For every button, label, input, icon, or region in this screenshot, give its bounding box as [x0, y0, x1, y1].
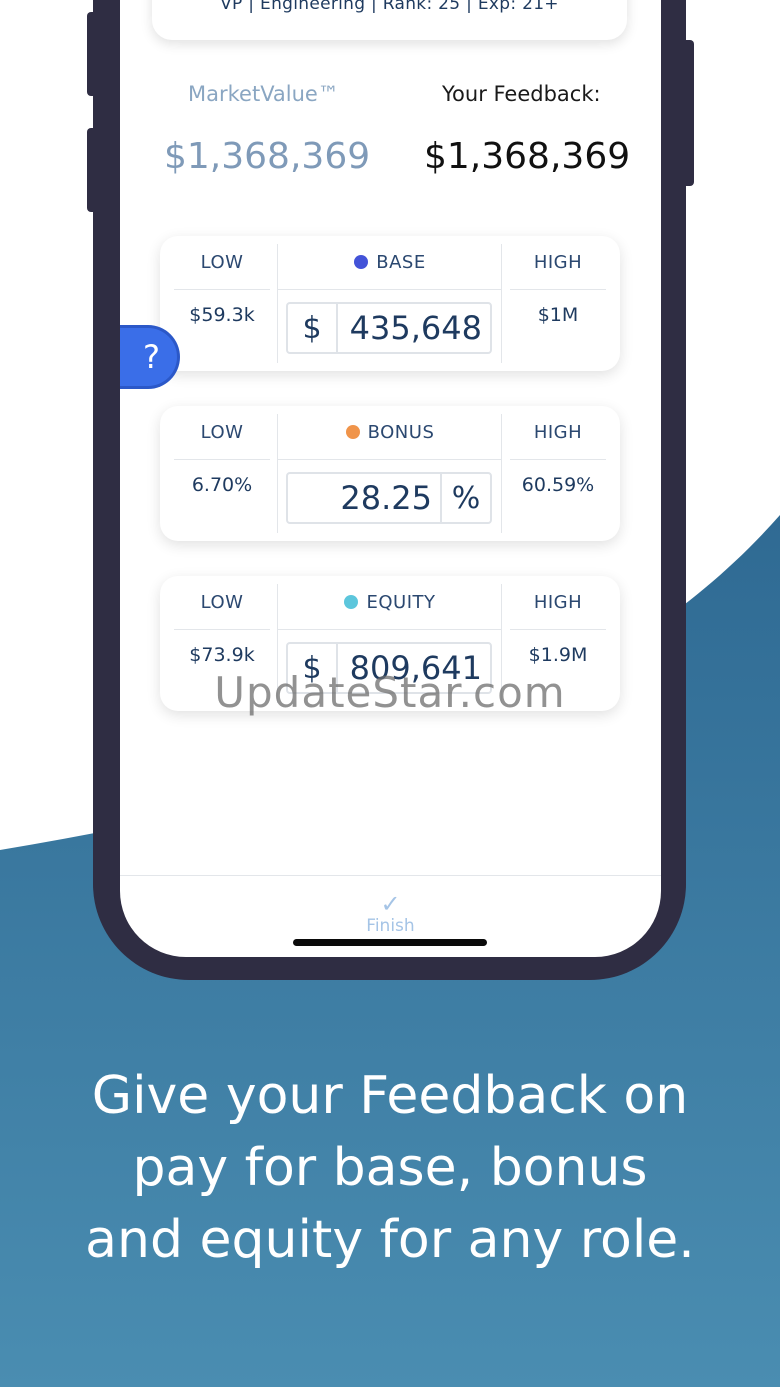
- footer-divider: [120, 875, 661, 876]
- bonus-high-label: HIGH: [510, 406, 606, 460]
- divider: [501, 244, 502, 363]
- equity-input-column: EQUITY $ 809,641: [278, 576, 502, 694]
- percent-suffix: %: [440, 474, 490, 522]
- equity-low: LOW $73.9k: [174, 576, 270, 666]
- divider: [501, 414, 502, 533]
- finish-label: Finish: [366, 916, 415, 936]
- base-high-label: HIGH: [510, 236, 606, 290]
- bonus-title-text: BONUS: [367, 422, 435, 443]
- base-input[interactable]: $ 435,648: [286, 302, 492, 354]
- base-low-label: LOW: [174, 236, 270, 290]
- equity-title-text: EQUITY: [366, 592, 436, 613]
- marketing-caption: Give your Feedback on pay for base, bonu…: [0, 1060, 780, 1276]
- bonus-low: LOW 6.70%: [174, 406, 270, 496]
- bonus-high: HIGH 60.59%: [510, 406, 606, 496]
- role-subline: VP | Engineering | Rank: 25 | Exp: 21+: [220, 0, 559, 14]
- base-input-value[interactable]: 435,648: [338, 309, 490, 347]
- caption-line-2: pay for base, bonus: [132, 1138, 648, 1198]
- base-low-value: $59.3k: [189, 304, 255, 326]
- bonus-input-value[interactable]: 28.25: [288, 479, 440, 517]
- home-indicator: [293, 939, 487, 946]
- bonus-input-column: BONUS 28.25 %: [278, 406, 502, 524]
- bonus-low-value: 6.70%: [191, 474, 253, 496]
- equity-title: EQUITY: [278, 576, 502, 630]
- base-high-value: $1M: [537, 304, 579, 326]
- role-card: VP | Engineering | Rank: 25 | Exp: 21+: [152, 0, 627, 40]
- bonus-low-label: LOW: [174, 406, 270, 460]
- market-value-amount: $1,368,369: [164, 136, 371, 177]
- watermark: UpdateStar.com: [214, 668, 566, 717]
- base-card: LOW $59.3k BASE $ 435,648 HIGH $1M: [160, 236, 620, 371]
- equity-high-value: $1.9M: [528, 644, 588, 666]
- caption-line-1: Give your Feedback on: [91, 1066, 689, 1126]
- base-high: HIGH $1M: [510, 236, 606, 326]
- equity-low-value: $73.9k: [189, 644, 255, 666]
- equity-high-label: HIGH: [510, 576, 606, 630]
- check-icon: ✓: [380, 890, 401, 918]
- market-value-label: MarketValue™: [188, 82, 339, 106]
- dollar-prefix: $: [288, 304, 338, 352]
- feedback-label: Your Feedback:: [442, 82, 601, 106]
- bonus-title: BONUS: [278, 406, 502, 460]
- bonus-card: LOW 6.70% BONUS 28.25 % HIGH 60.59%: [160, 406, 620, 541]
- base-dot-icon: [354, 255, 369, 269]
- base-input-column: BASE $ 435,648: [278, 236, 502, 354]
- bonus-dot-icon: [345, 425, 360, 439]
- base-title: BASE: [278, 236, 502, 290]
- base-low: LOW $59.3k: [174, 236, 270, 326]
- equity-dot-icon: [344, 595, 359, 609]
- phone-screen: VP | Engineering | Rank: 25 | Exp: 21+ M…: [120, 0, 661, 957]
- bonus-input[interactable]: 28.25 %: [286, 472, 492, 524]
- feedback-amount: $1,368,369: [424, 136, 631, 177]
- caption-line-3: and equity for any role.: [85, 1210, 695, 1270]
- base-title-text: BASE: [376, 252, 426, 273]
- equity-low-label: LOW: [174, 576, 270, 630]
- finish-button[interactable]: ✓ Finish: [120, 890, 661, 936]
- bonus-high-value: 60.59%: [521, 474, 595, 496]
- equity-high: HIGH $1.9M: [510, 576, 606, 666]
- help-button[interactable]: ?: [120, 325, 180, 389]
